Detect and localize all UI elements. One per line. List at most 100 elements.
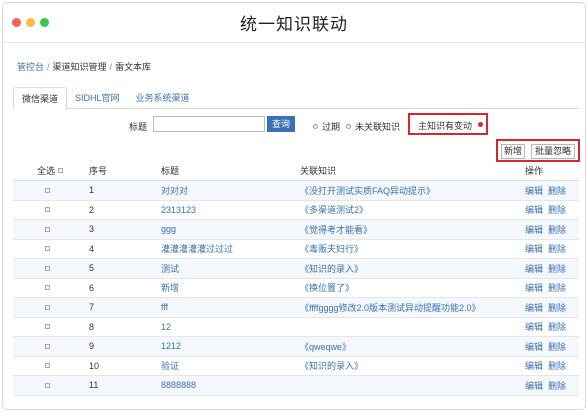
edit-button[interactable]: 编辑 [525,262,543,275]
row-title-link[interactable]: 新增 [161,279,179,298]
title-filter-label: 标题 [129,122,148,132]
row-title-link[interactable]: 对对对 [161,181,188,200]
row-knowledge-link[interactable]: 《知识的录入》 [300,259,363,278]
row-ops: 编辑 删除 [525,318,571,337]
delete-button[interactable]: 删除 [548,359,566,372]
minimize-window-button[interactable] [26,18,35,27]
row-seq: 5 [89,263,95,274]
row-checkbox[interactable] [45,265,50,271]
batch-ignore-button[interactable]: 批量忽略 [531,144,575,159]
ops-header: 操作 [525,165,544,176]
row-checkbox-cell[interactable] [45,279,50,298]
row-checkbox[interactable] [45,382,50,388]
row-checkbox-cell[interactable] [45,298,50,317]
select-all-header[interactable]: 全选 [37,160,64,180]
row-title-link[interactable]: 12 [161,318,171,337]
row-checkbox[interactable] [45,207,50,213]
edit-button[interactable]: 编辑 [525,340,543,353]
row-checkbox-cell[interactable] [45,181,50,200]
row-title-link[interactable]: fff [161,298,168,317]
row-seq: 6 [89,282,95,293]
row-checkbox-cell[interactable] [45,259,50,278]
row-title-link[interactable]: 1212 [161,337,181,356]
edit-button[interactable]: 编辑 [525,203,543,216]
row-checkbox[interactable] [45,246,50,252]
unlinked-option[interactable]: 未关联知识 [346,120,400,133]
breadcrumb-item-console[interactable]: 管控台 [17,62,44,72]
tab-business-system[interactable]: 业务系统渠道 [128,87,198,109]
delete-button[interactable]: 删除 [548,184,566,197]
row-knowledge-link[interactable]: 《觉得考才能看》 [300,220,372,239]
row-checkbox-cell[interactable] [45,357,50,376]
row-checkbox[interactable] [45,304,50,310]
row-title-link[interactable]: 8888888 [161,376,196,395]
row-knowledge-link[interactable]: 《毒贩夫妇行》 [300,240,363,259]
tab-sidhl-website[interactable]: SIDHL官网 [67,87,128,109]
row-checkbox[interactable] [45,343,50,349]
row-title-link[interactable]: 灌灌灌灌灌过过过 [161,240,233,259]
edit-button[interactable]: 编辑 [525,184,543,197]
row-checkbox-cell[interactable] [45,376,50,395]
edit-button[interactable]: 编辑 [525,359,543,372]
edit-button[interactable]: 编辑 [525,320,543,333]
tab-wechat[interactable]: 微信渠道 [13,87,68,110]
row-checkbox[interactable] [45,226,50,232]
delete-button[interactable]: 删除 [548,242,566,255]
row-seq: 1 [89,185,95,196]
maximize-window-button[interactable] [40,18,49,27]
row-title-link[interactable]: 2313123 [161,201,196,220]
delete-button[interactable]: 删除 [548,223,566,236]
row-knowledge-link[interactable]: 《qweqwe》 [300,337,351,356]
row-knowledge-link[interactable]: 《换位置了》 [300,279,354,298]
delete-button[interactable]: 删除 [548,340,566,353]
table-row: 2 2313123 《多渠道测试2》 编辑 删除 [13,201,579,220]
add-button[interactable]: 新增 [501,144,525,159]
search-button[interactable]: 查询 [267,116,295,132]
row-checkbox-cell[interactable] [45,337,50,356]
knowledge-changed-label: 主知识有变动 [418,121,473,131]
row-ops: 编辑 删除 [525,357,571,376]
breadcrumb-item-channel-knowledge[interactable]: 渠道知识管理 [53,62,107,72]
row-title-link[interactable]: 验证 [161,357,179,376]
row-seq: 11 [89,380,99,391]
unlinked-radio[interactable] [346,124,351,129]
delete-button[interactable]: 删除 [548,301,566,314]
row-checkbox[interactable] [45,324,50,330]
row-knowledge-link[interactable]: 《知识的录入》 [300,357,363,376]
app-window: 统一知识联动 管控台 / 渠道知识管理 / 雷文本库 微信渠道 SIDHL官网 业务系统… [2,2,586,410]
delete-button[interactable]: 删除 [548,281,566,294]
row-checkbox-cell[interactable] [45,240,50,259]
row-knowledge-link[interactable]: 《多渠道测试2》 [300,201,368,220]
delete-button[interactable]: 删除 [548,262,566,275]
row-checkbox[interactable] [45,187,50,193]
row-title-link[interactable]: 测试 [161,259,179,278]
row-checkbox-cell[interactable] [45,201,50,220]
title-header: 标题 [161,165,180,176]
table-row: 1 对对对 《没打开测试实质FAQ异动提示》 编辑 删除 [13,181,579,201]
edit-button[interactable]: 编辑 [525,242,543,255]
knowledge-changed-filter[interactable]: 主知识有变动 [408,113,488,135]
row-checkbox[interactable] [45,363,50,369]
edit-button[interactable]: 编辑 [525,301,543,314]
delete-button[interactable]: 删除 [548,203,566,216]
row-checkbox-cell[interactable] [45,318,50,337]
seq-header: 序号 [89,165,108,176]
edit-button[interactable]: 编辑 [525,379,543,392]
row-title-link[interactable]: ggg [161,220,176,239]
expired-radio[interactable] [313,124,318,129]
edit-button[interactable]: 编辑 [525,281,543,294]
row-knowledge-link[interactable]: 《没打开测试实质FAQ异动提示》 [300,181,435,200]
close-window-button[interactable] [12,18,21,27]
delete-button[interactable]: 删除 [548,379,566,392]
title-search-input[interactable] [153,116,265,132]
unlinked-label: 未关联知识 [355,122,401,132]
delete-button[interactable]: 删除 [548,320,566,333]
row-checkbox-cell[interactable] [45,220,50,239]
edit-button[interactable]: 编辑 [525,223,543,236]
select-all-checkbox[interactable] [58,167,64,173]
table-header: 全选 序号 标题 关联知识 操作 [13,160,579,181]
expired-option[interactable]: 过期 [313,120,340,133]
row-ops: 编辑 删除 [525,279,571,298]
row-checkbox[interactable] [45,285,50,291]
row-knowledge-link[interactable]: 《ffffgggg修改2.0版本测试异动提醒功能2.0》 [300,298,481,317]
